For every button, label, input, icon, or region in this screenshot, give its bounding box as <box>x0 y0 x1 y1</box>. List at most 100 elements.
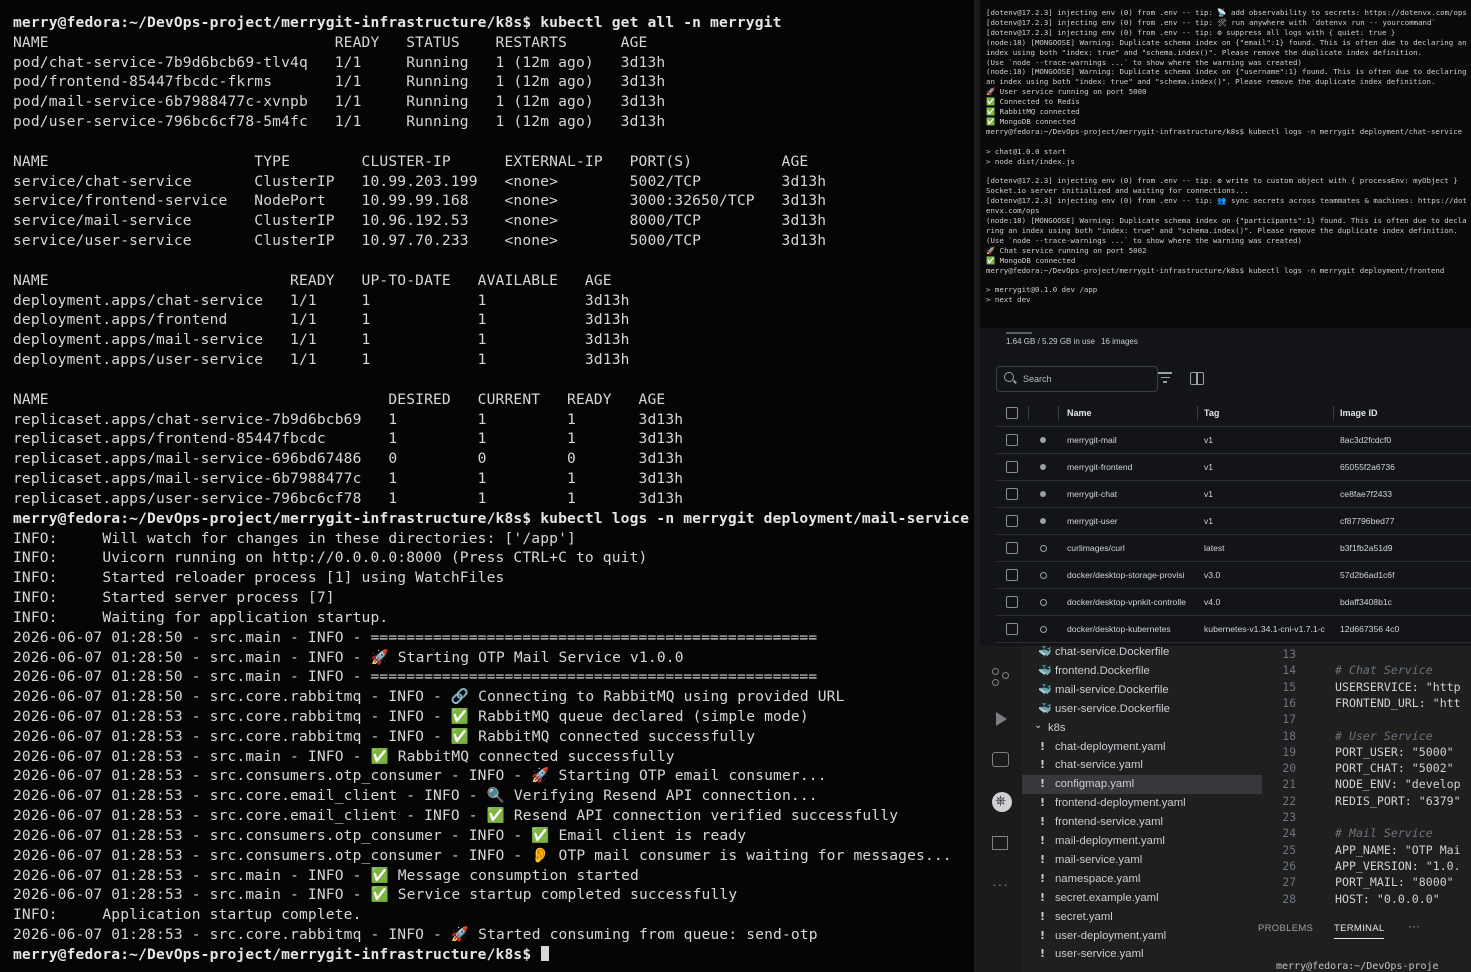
explorer-file[interactable]: 🐳 user-service.Dockerfile <box>1022 700 1262 719</box>
terminal-output-line: > node dist/index.js <box>986 156 1075 166</box>
terminal-output-line: pod/user-service-796bc6cf78-5m4fc 1/1 Ru… <box>13 113 666 131</box>
terminal-output-line: [dotenv@17.2.3] injecting env (0) from .… <box>986 196 1467 216</box>
source-control-icon[interactable] <box>992 668 1010 686</box>
column-header-tag[interactable]: Tag <box>1204 408 1334 418</box>
tab-problems[interactable]: PROBLEMS <box>1258 923 1313 934</box>
image-count: 16 images <box>1100 337 1138 346</box>
in-use-indicator <box>1040 599 1047 606</box>
more-icon[interactable]: ··· <box>992 876 1010 894</box>
line-number: 13 <box>1282 648 1296 661</box>
row-checkbox[interactable] <box>1006 515 1018 527</box>
terminal-output-line: (node:18) [MONGOOSE] Warning: Duplicate … <box>986 216 1467 235</box>
terminal-output-line: ✅ MongoDB connected <box>986 255 1076 265</box>
image-name[interactable]: merrygit-user <box>1067 516 1199 526</box>
terminal-output-line: 2026-06-07 01:28:50 - src.main - INFO - … <box>13 648 684 666</box>
yaml-icon: ! <box>1040 871 1046 885</box>
terminal-output-line: 2026-06-07 01:28:53 - src.core.email_cli… <box>13 787 818 805</box>
table-row[interactable]: curlimages/curl latest b3f1fb2a51d9 <box>996 535 1471 562</box>
code-line: APP_VERSION: "1.0. <box>1335 858 1461 873</box>
image-id: 12d667356 4c0 <box>1340 624 1400 634</box>
kubernetes-icon[interactable] <box>992 792 1012 812</box>
row-checkbox[interactable] <box>1006 623 1018 635</box>
explorer-file[interactable]: ! user-service.yaml <box>1022 945 1262 964</box>
columns-icon[interactable] <box>1190 372 1204 385</box>
image-tag: v1 <box>1204 516 1214 526</box>
terminal-output-line: replicaset.apps/frontend-85447fbcdc 1 1 … <box>13 430 684 448</box>
terminal-output-line: INFO: Application startup complete. <box>13 906 362 924</box>
explorer-file[interactable]: ! frontend-service.yaml <box>1022 813 1262 832</box>
main-terminal[interactable]: merry@fedora:~/DevOps-project/merrygit-i… <box>0 0 974 972</box>
row-checkbox[interactable] <box>1006 461 1018 473</box>
terminal-output-line: pod/chat-service-7b9d6bcb69-tlv4q 1/1 Ru… <box>13 53 666 71</box>
explorer-file[interactable]: 🐳 frontend.Dockerfile <box>1022 662 1262 681</box>
terminal-output-line: service/chat-service ClusterIP 10.99.203… <box>13 172 827 190</box>
table-header: Name Tag Image ID <box>996 400 1471 427</box>
line-number: 21 <box>1282 778 1296 792</box>
image-tag: kubernetes-v1.34.1-cni-v1.7.1-c <box>1204 624 1325 634</box>
line-number: 26 <box>1282 859 1296 873</box>
explorer-file[interactable]: ! mail-service.yaml <box>1022 851 1262 870</box>
image-name[interactable]: merrygit-chat <box>1067 489 1199 499</box>
terminal-output-line: NAME READY UP-TO-DATE AVAILABLE AGE <box>13 271 612 289</box>
image-name[interactable]: docker/desktop-kubernetes <box>1067 624 1199 634</box>
panel-more-icon[interactable]: ··· <box>1408 919 1420 933</box>
row-checkbox[interactable] <box>1006 596 1018 608</box>
terminal-output-line: (node:18) [MONGOOSE] Warning: Duplicate … <box>986 67 1471 87</box>
image-search[interactable] <box>996 366 1158 392</box>
file-label: configmap.yaml <box>1055 778 1135 791</box>
line-number: 20 <box>1282 762 1296 776</box>
select-all-checkbox[interactable] <box>1006 407 1018 419</box>
yaml-icon: ! <box>1040 777 1046 791</box>
column-header-image-id[interactable]: Image ID <box>1340 408 1468 418</box>
panel-terminal-text[interactable]: merry@fedora:~/DevOps-proje <box>1276 961 1439 972</box>
explorer-file[interactable]: ! chat-service.yaml <box>1022 756 1262 775</box>
explorer-file[interactable]: ! secret.yaml <box>1022 908 1262 927</box>
image-tag: v4.0 <box>1204 597 1221 607</box>
row-checkbox[interactable] <box>1006 434 1018 446</box>
explorer-file[interactable]: ! configmap.yaml <box>1022 775 1262 795</box>
table-row[interactable]: docker/desktop-storage-provisi v3.0 57d2b6… <box>996 562 1471 589</box>
image-tag: latest <box>1204 543 1225 553</box>
filter-icon[interactable] <box>1158 372 1172 384</box>
explorer-folder-k8s[interactable]: ⌄ k8s <box>1022 719 1262 738</box>
table-row[interactable]: merrygit-mail v1 8ac3d2fcdcf0 <box>996 427 1471 454</box>
column-header-name[interactable]: Name <box>1067 408 1199 418</box>
docker-icon[interactable] <box>992 836 1008 850</box>
row-checkbox[interactable] <box>1006 488 1018 500</box>
explorer-file[interactable]: ! chat-deployment.yaml <box>1022 738 1262 757</box>
explorer-file[interactable]: 🐳 chat-service.Dockerfile <box>1022 646 1262 662</box>
run-debug-icon[interactable] <box>992 710 1010 728</box>
table-row[interactable]: merrygit-chat v1 ce8fae7f2433 <box>996 481 1471 508</box>
terminal-output-line: replicaset.apps/user-service-796bc6cf78 … <box>13 489 684 507</box>
explorer-file[interactable]: ! frontend-deployment.yaml <box>1022 794 1262 813</box>
image-name[interactable]: merrygit-mail <box>1067 435 1199 445</box>
image-name[interactable]: docker/desktop-vpnkit-controlle <box>1067 597 1199 607</box>
table-row[interactable]: docker/desktop-kubernetes kubernetes-v1.3… <box>996 616 1471 643</box>
table-row[interactable]: merrygit-user v1 cf87796bed77 <box>996 508 1471 535</box>
explorer-file[interactable]: ! mail-deployment.yaml <box>1022 832 1262 851</box>
table-row[interactable]: docker/desktop-vpnkit-controlle v4.0 bdaff… <box>996 589 1471 616</box>
explorer-file[interactable]: ! namespace.yaml <box>1022 870 1262 889</box>
tab-terminal[interactable]: TERMINAL <box>1334 923 1385 939</box>
in-use-indicator <box>1040 518 1046 524</box>
explorer-file[interactable]: ! user-deployment.yaml <box>1022 927 1262 946</box>
terminal-output-line: service/frontend-service NodePort 10.99.… <box>13 192 827 210</box>
terminal-output-line: 2026-06-07 01:28:53 - src.core.rabbitmq … <box>13 707 809 725</box>
terminal-output-line: [dotenv@17.2.3] injecting env (0) from .… <box>986 27 1396 37</box>
table-row[interactable]: merrygit-frontend v1 65055f2a6736 <box>996 454 1471 481</box>
image-name[interactable]: docker/desktop-storage-provisi <box>1067 570 1199 580</box>
explorer-file[interactable]: 🐳 mail-service.Dockerfile <box>1022 681 1262 700</box>
image-id: b3f1fb2a51d9 <box>1340 543 1393 553</box>
image-id: cf87796bed77 <box>1340 516 1395 526</box>
terminal-output-line: replicaset.apps/mail-service-6b7988477c … <box>13 470 684 488</box>
code-comment: # User Service <box>1335 728 1433 743</box>
image-name[interactable]: merrygit-frontend <box>1067 462 1199 472</box>
image-name[interactable]: curlimages/curl <box>1067 543 1199 553</box>
row-checkbox[interactable] <box>1006 569 1018 581</box>
secondary-terminal[interactable]: [dotenv@17.2.3] injecting env (0) from .… <box>980 0 1471 328</box>
column-divider <box>1333 406 1334 420</box>
row-checkbox[interactable] <box>1006 542 1018 554</box>
explorer-file[interactable]: ! secret.example.yaml <box>1022 889 1262 908</box>
remote-explorer-icon[interactable] <box>992 752 1009 767</box>
search-input[interactable] <box>1021 370 1153 388</box>
